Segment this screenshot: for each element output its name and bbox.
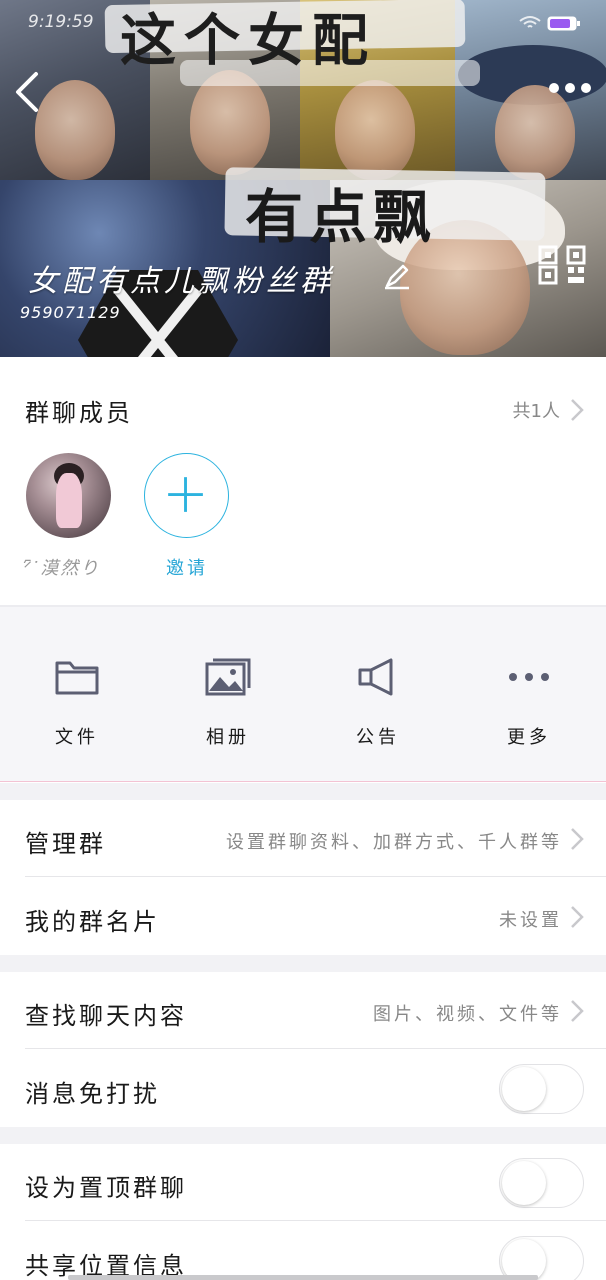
mute-toggle[interactable]	[499, 1064, 584, 1114]
row-my-group-card[interactable]: 我的群名片 未设置	[0, 878, 606, 955]
group-banner: 这个女配 有点飘 9:19:59 女配有点儿飘粉丝群 959071129	[0, 0, 606, 357]
row-pin-chat: 设为置顶群聊	[0, 1144, 606, 1221]
location-toggle[interactable]	[499, 1236, 584, 1280]
row-mute: 消息免打扰	[0, 1050, 606, 1127]
folder-icon	[55, 661, 99, 695]
row-manage-group[interactable]: 管理群 设置群聊资料、加群方式、千人群等	[0, 800, 606, 877]
qr-code-icon[interactable]	[538, 245, 588, 285]
more-options-icon[interactable]	[548, 78, 592, 98]
action-announcement-label: 公告	[356, 727, 400, 748]
row-share-location: 共享位置信息	[0, 1222, 606, 1280]
member-name: ᐟ᷇ᐝ漠然り	[24, 558, 101, 579]
chevron-right-icon[interactable]	[570, 398, 584, 422]
row-mute-label: 消息免打扰	[25, 1080, 160, 1108]
invite-label: 邀请	[166, 558, 208, 579]
more-dots-icon	[509, 673, 549, 681]
row-search-label: 查找聊天内容	[25, 1002, 187, 1030]
banner-title-bottom: 有点飘	[245, 183, 438, 251]
chevron-right-icon	[571, 828, 584, 850]
action-album-label: 相册	[206, 727, 250, 748]
group-id: 959071129	[20, 303, 121, 322]
row-card-value: 未设置	[499, 910, 562, 931]
row-manage-label: 管理群	[25, 830, 106, 858]
banner-title-top: 这个女配	[120, 8, 376, 74]
group-members-section: 群聊成员 共1人 ᐟ᷇ᐝ漠然り 邀请	[0, 357, 606, 605]
row-card-label: 我的群名片	[25, 908, 160, 936]
action-announcement[interactable]: 公告	[318, 657, 438, 749]
edit-icon[interactable]	[383, 262, 411, 290]
row-search-value: 图片、视频、文件等	[373, 1004, 562, 1025]
banner-face-4	[495, 85, 575, 180]
banner-face-3	[335, 80, 415, 180]
photo-album-icon	[205, 658, 251, 696]
member-avatar[interactable]	[26, 453, 111, 538]
banner-face-1	[35, 80, 115, 180]
pin-toggle[interactable]	[499, 1158, 584, 1208]
action-more[interactable]: 更多	[469, 657, 589, 749]
section-gap	[0, 783, 606, 800]
chevron-right-icon	[571, 1000, 584, 1022]
quick-actions: 文件 相册 公告 更多	[0, 607, 606, 782]
section-gap	[0, 1127, 606, 1144]
group-name: 女配有点儿飘粉丝群	[28, 264, 334, 299]
invite-button[interactable]	[144, 453, 229, 538]
action-album[interactable]: 相册	[168, 657, 288, 749]
members-count[interactable]: 共1人	[513, 397, 560, 423]
section-gap	[0, 955, 606, 972]
plus-icon	[168, 477, 203, 512]
home-indicator	[68, 1275, 538, 1280]
row-manage-value: 设置群聊资料、加群方式、千人群等	[226, 832, 562, 853]
row-pin-label: 设为置顶群聊	[25, 1174, 187, 1202]
action-files[interactable]: 文件	[17, 657, 137, 749]
action-more-label: 更多	[507, 727, 551, 748]
megaphone-icon	[358, 658, 393, 696]
back-icon[interactable]	[10, 70, 46, 114]
chevron-right-icon	[571, 906, 584, 928]
wifi-icon	[519, 16, 541, 28]
status-icons	[519, 16, 580, 31]
status-time: 9:19:59	[28, 12, 94, 32]
action-files-label: 文件	[55, 727, 99, 748]
members-title: 群聊成员	[25, 399, 133, 427]
row-search-history[interactable]: 查找聊天内容 图片、视频、文件等	[0, 972, 606, 1049]
